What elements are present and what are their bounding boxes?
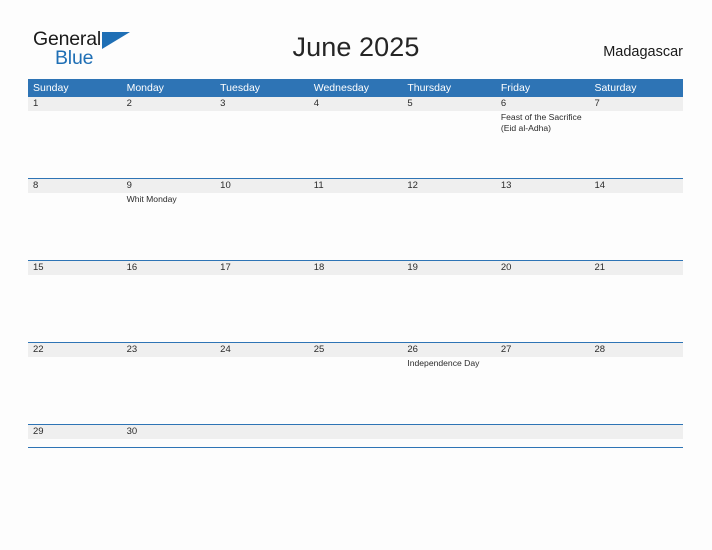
day-number: 29 [33, 426, 44, 437]
weekday-header-thursday: Thursday [407, 82, 452, 94]
day-number: 24 [220, 344, 231, 355]
calendar-week-row: 29 30 [28, 424, 683, 448]
day-number: 6 [500, 98, 507, 109]
day-cell[interactable]: 8 [28, 179, 122, 260]
day-number: 22 [33, 344, 44, 355]
day-number: 5 [407, 98, 413, 109]
weekday-header-sunday: Sunday [33, 82, 69, 94]
day-number: 13 [500, 180, 512, 191]
calendar-table: Sunday Monday Tuesday Wednesday Thursday Frid… [28, 79, 683, 448]
day-cell-empty [309, 425, 403, 447]
day-cell[interactable]: 21 [589, 261, 683, 342]
day-number: 25 [313, 344, 325, 355]
day-cell[interactable]: 29 [28, 425, 122, 447]
day-number: 23 [126, 344, 138, 355]
day-cell[interactable]: 4 [309, 97, 403, 178]
day-cell[interactable]: 11 [309, 179, 403, 260]
day-cell[interactable]: 17 [215, 261, 309, 342]
day-number: 10 [220, 180, 231, 191]
day-cell[interactable]: 9 Whit Monday [122, 179, 216, 260]
day-cell[interactable]: 22 [28, 343, 122, 424]
day-events: Whit Monday [127, 194, 212, 205]
day-number: 15 [33, 262, 44, 273]
day-cell-empty [215, 425, 309, 447]
day-cell[interactable]: 25 [309, 343, 403, 424]
day-cell-empty [402, 425, 496, 447]
week-cells: 15 16 17 18 19 20 21 [28, 261, 683, 342]
day-number: 20 [500, 262, 512, 273]
weekday-header-monday: Monday [126, 82, 164, 94]
day-number: 14 [594, 180, 606, 191]
calendar-week-row: 15 16 17 18 19 20 21 [28, 260, 683, 342]
week-cells: 29 30 [28, 425, 683, 447]
day-cell[interactable]: 19 [402, 261, 496, 342]
holiday-event: Independence Day [407, 358, 480, 368]
day-number: 27 [500, 344, 512, 355]
day-number: 12 [407, 180, 418, 191]
day-number: 9 [126, 180, 132, 191]
day-cell[interactable]: 24 [215, 343, 309, 424]
day-events: Feast of the Sacrifice (Eid al-Adha) [501, 112, 586, 133]
day-cell[interactable]: 5 [402, 97, 496, 178]
day-cell[interactable]: 27 [496, 343, 590, 424]
day-number: 3 [220, 98, 226, 109]
day-number: 7 [594, 98, 600, 109]
weekday-header-wednesday: Wednesday [313, 82, 369, 94]
day-number: 4 [313, 98, 320, 109]
day-cell[interactable]: 7 [589, 97, 683, 178]
calendar-week-row: 8 9 Whit Monday 10 11 12 13 14 [28, 178, 683, 260]
day-cell[interactable]: 15 [28, 261, 122, 342]
region-label: Madagascar [603, 44, 683, 60]
calendar-page: General Blue June 2025 Madagascar Sunday… [0, 0, 712, 550]
day-number: 19 [407, 262, 418, 273]
week-cells: 22 23 24 25 26 Independence Day 27 28 [28, 343, 683, 424]
day-cell[interactable]: 3 [215, 97, 309, 178]
day-cell[interactable]: 26 Independence Day [402, 343, 496, 424]
day-cell[interactable]: 20 [496, 261, 590, 342]
page-header: General Blue June 2025 Madagascar [0, 0, 712, 79]
day-number: 2 [126, 98, 132, 109]
day-cell[interactable]: 2 [122, 97, 216, 178]
day-cell[interactable]: 10 [215, 179, 309, 260]
weekday-header-friday: Friday [500, 82, 531, 94]
day-number: 16 [126, 262, 138, 273]
weekday-header-row: Sunday Monday Tuesday Wednesday Thursday Frid… [28, 79, 683, 97]
day-cell-empty [589, 425, 683, 447]
day-cell[interactable]: 12 [402, 179, 496, 260]
day-cell[interactable]: 14 [589, 179, 683, 260]
day-number: 8 [33, 180, 39, 191]
holiday-event: Feast of the Sacrifice (Eid al-Adha) [500, 112, 582, 133]
holiday-event: Whit Monday [126, 194, 177, 204]
day-number: 17 [220, 262, 231, 273]
day-cell[interactable]: 13 [496, 179, 590, 260]
day-number: 1 [33, 98, 39, 109]
day-number: 30 [126, 426, 138, 437]
day-number: 26 [407, 344, 418, 355]
day-cell[interactable]: 23 [122, 343, 216, 424]
day-cell[interactable]: 6 Feast of the Sacrifice (Eid al-Adha) [496, 97, 590, 178]
week-cells: 1 2 3 4 5 6 Feast of the Sacrifice (Eid al-Adh… [28, 97, 683, 178]
day-number: 11 [313, 180, 324, 191]
week-cells: 8 9 Whit Monday 10 11 12 13 14 [28, 179, 683, 260]
calendar-weeks: 1 2 3 4 5 6 Feast of the Sacrifice (Eid al-Adh… [28, 97, 683, 448]
calendar-week-row: 1 2 3 4 5 6 Feast of the Sacrifice (Eid al-Adh… [28, 97, 683, 178]
day-number: 28 [594, 344, 606, 355]
day-cell-empty [496, 425, 590, 447]
day-cell[interactable]: 18 [309, 261, 403, 342]
day-events: Independence Day [407, 358, 492, 369]
weekday-header-tuesday: Tuesday [220, 82, 261, 94]
day-number: 18 [313, 262, 325, 273]
day-cell[interactable]: 16 [122, 261, 216, 342]
calendar-week-row: 22 23 24 25 26 Independence Day 27 28 [28, 342, 683, 424]
day-cell[interactable]: 30 [122, 425, 216, 447]
day-cell[interactable]: 28 [589, 343, 683, 424]
day-cell[interactable]: 1 [28, 97, 122, 178]
weekday-header-saturday: Saturday [594, 82, 637, 94]
day-number: 21 [594, 262, 606, 273]
